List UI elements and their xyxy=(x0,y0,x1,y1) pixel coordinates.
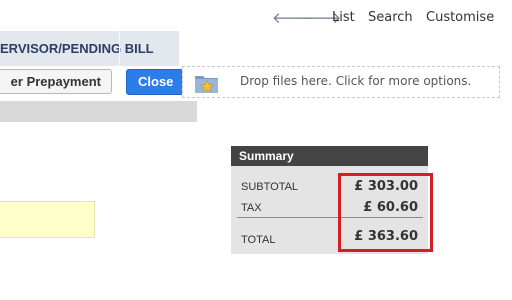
total-value: £ 363.60 xyxy=(354,229,418,244)
subtotal-value: £ 303.00 xyxy=(354,179,418,194)
search-link[interactable]: Search xyxy=(368,10,413,26)
section-bar xyxy=(0,101,197,122)
total-label: TOTAL xyxy=(241,234,276,246)
dropzone-text: Drop files here. Click for more options. xyxy=(240,74,472,88)
arrow-right-icon[interactable]: 🡒 xyxy=(301,10,341,26)
arrow-left-icon[interactable]: 🡐 xyxy=(272,10,312,26)
page-title-bar: ERVISOR/PENDING BILL xyxy=(0,31,179,66)
close-button[interactable]: Close xyxy=(126,69,184,95)
tax-label: TAX xyxy=(241,202,262,214)
summary-divider xyxy=(237,217,423,218)
page-title: ERVISOR/PENDING BILL xyxy=(0,41,154,56)
tax-value: £ 60.60 xyxy=(363,200,418,215)
file-dropzone[interactable]: Drop files here. Click for more options. xyxy=(182,66,500,98)
summary-panel: Summary SUBTOTAL £ 303.00 TAX £ 60.60 TO… xyxy=(231,146,428,254)
summary-heading: Summary xyxy=(231,146,428,166)
note-box xyxy=(0,201,95,238)
pending-bill-page: 🡐 🡒 List Search Customise ERVISOR/PENDIN… xyxy=(0,0,512,300)
folder-star-icon xyxy=(194,72,220,94)
customise-link[interactable]: Customise xyxy=(426,10,494,26)
supplier-prepayment-button[interactable]: er Prepayment xyxy=(0,69,112,94)
subtotal-label: SUBTOTAL xyxy=(241,181,299,193)
title-divider xyxy=(119,31,120,66)
list-link[interactable]: List xyxy=(332,10,355,26)
